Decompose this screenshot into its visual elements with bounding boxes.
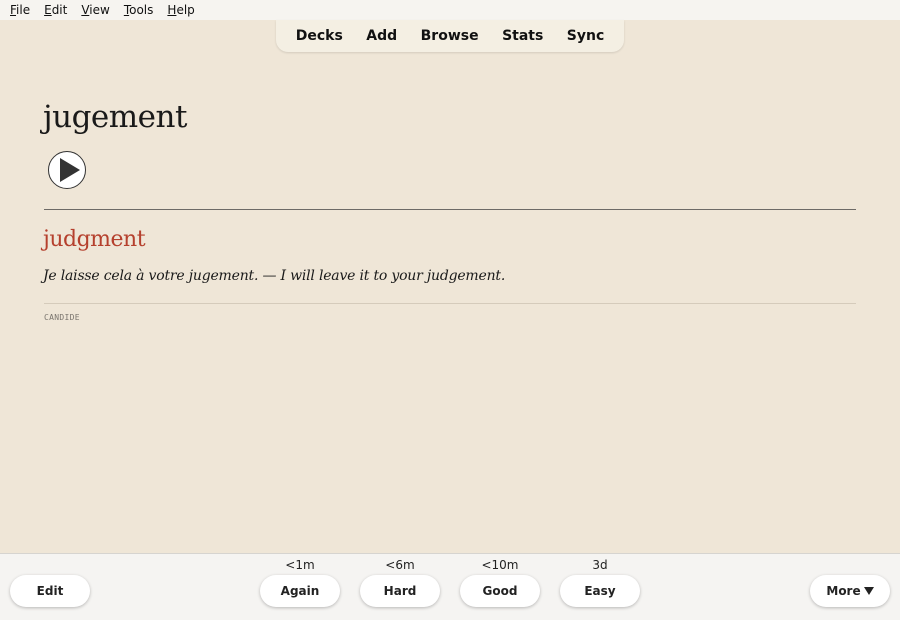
review-bottom-bar: Edit <1m Again <6m Hard <10m Good 3d Eas… <box>0 553 900 620</box>
play-icon <box>60 158 80 182</box>
source-divider <box>44 303 856 304</box>
menu-help[interactable]: Help <box>167 3 194 17</box>
easy-button-label: Easy <box>584 584 616 598</box>
toolbar-sync[interactable]: Sync <box>567 28 604 44</box>
menubar: File Edit View Tools Help <box>0 0 900 20</box>
hard-interval: <6m <box>385 558 415 572</box>
good-button[interactable]: Good <box>460 575 540 607</box>
easy-interval: 3d <box>592 558 608 572</box>
again-button[interactable]: Again <box>260 575 340 607</box>
easy-button[interactable]: Easy <box>560 575 640 607</box>
card-word: jugement <box>43 99 187 135</box>
card-example: Je laisse cela à votre jugement. — I wil… <box>43 268 506 284</box>
toolbar-browse[interactable]: Browse <box>421 28 479 44</box>
menu-view[interactable]: View <box>81 3 109 17</box>
good-interval: <10m <box>481 558 519 572</box>
answer-divider <box>44 209 856 210</box>
toolbar-add[interactable]: Add <box>366 28 397 44</box>
edit-button[interactable]: Edit <box>10 575 90 607</box>
toolbar-decks[interactable]: Decks <box>296 28 343 44</box>
menu-tools[interactable]: Tools <box>124 3 154 17</box>
menu-edit[interactable]: Edit <box>44 3 67 17</box>
dropdown-triangle-icon <box>863 587 874 595</box>
play-audio-button[interactable] <box>48 151 86 189</box>
hard-button-label: Hard <box>383 584 417 598</box>
again-button-label: Again <box>280 584 320 598</box>
menu-file[interactable]: File <box>10 3 30 17</box>
toolbar-stats[interactable]: Stats <box>502 28 543 44</box>
main-toolbar: Decks Add Browse Stats Sync <box>276 20 624 52</box>
card-meaning: judgment <box>43 227 146 252</box>
edit-button-label: Edit <box>36 584 64 598</box>
hard-button[interactable]: Hard <box>360 575 440 607</box>
more-button[interactable]: More <box>810 575 890 607</box>
card-view: jugement judgment Je laisse cela à votre… <box>0 52 900 553</box>
again-interval: <1m <box>285 558 315 572</box>
good-button-label: Good <box>482 584 518 598</box>
card-source: CANDIDE <box>44 313 80 322</box>
more-button-label: More <box>826 584 861 598</box>
